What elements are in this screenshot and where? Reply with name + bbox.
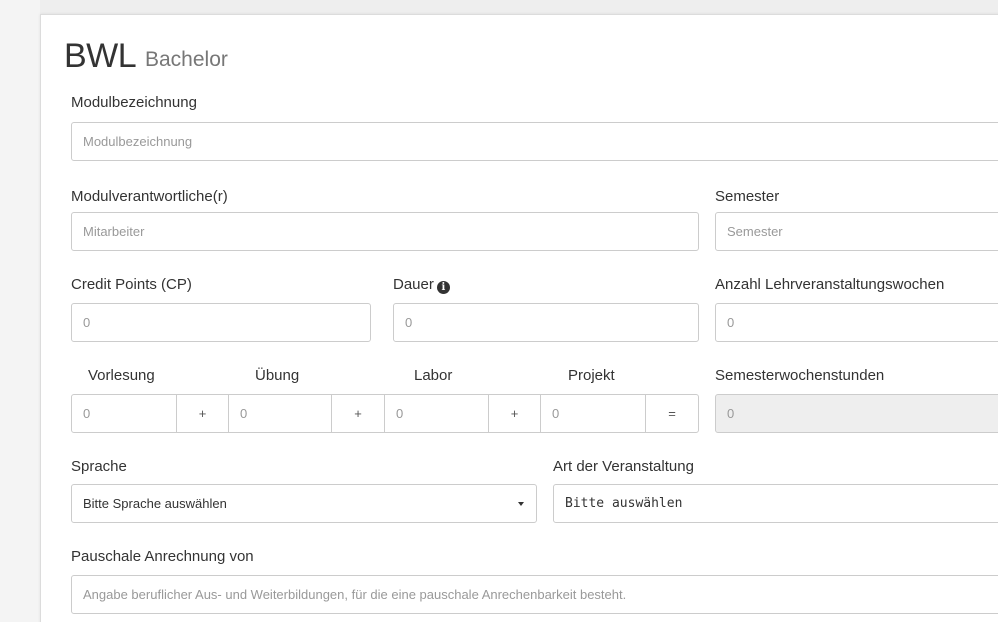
credit-points-input[interactable] [71,303,371,342]
plus-addon: + [488,394,541,433]
equals-addon: = [645,394,699,433]
art-der-veranstaltung-label: Art der Veranstaltung [553,458,694,475]
uebung-label: Übung [255,367,300,384]
vorlesung-input[interactable] [71,394,177,433]
vorlesung-label: Vorlesung [88,367,155,384]
semesterwochenstunden-input [715,394,998,433]
dauer-input[interactable] [393,303,699,342]
credit-points-label: Credit Points (CP) [71,276,192,293]
semester-label: Semester [715,188,780,205]
lehrveranstaltungswochen-input[interactable] [715,303,998,342]
dauer-label-text: Dauer [393,276,434,293]
semesterwochenstunden-label: Semesterwochenstunden [715,367,885,384]
module-form-panel: BWL Bachelor Modulbezeichnung Modulveran… [40,14,998,622]
caret-down-icon [518,502,524,506]
projekt-label: Projekt [568,367,615,384]
art-der-veranstaltung-select[interactable]: Bitte auswählen [553,484,998,523]
plus-addon: + [176,394,229,433]
dauer-label: Dauer i [393,276,450,294]
page-subtitle: Bachelor [145,48,228,71]
sprache-select[interactable]: Bitte Sprache auswählen [71,484,537,523]
sprache-label: Sprache [71,458,127,475]
lehrveranstaltungswochen-label: Anzahl Lehrveranstaltungswochen [715,276,945,293]
labor-label: Labor [414,367,453,384]
mitarbeiter-input[interactable] [71,212,699,251]
projekt-input[interactable] [540,394,646,433]
plus-addon: + [331,394,385,433]
modulverantwortliche-label: Modulverantwortliche(r) [71,188,228,205]
pauschale-anrechnung-input[interactable] [71,575,998,614]
labor-input[interactable] [384,394,489,433]
page-background [0,0,40,622]
semester-input[interactable] [715,212,998,251]
art-selected-value: Bitte auswählen [565,496,683,511]
info-icon[interactable]: i [436,281,450,294]
sprache-selected-value: Bitte Sprache auswählen [83,496,227,511]
modulbezeichnung-input[interactable] [71,122,998,161]
modulbezeichnung-label: Modulbezeichnung [71,94,197,111]
pauschale-anrechnung-label: Pauschale Anrechnung von [71,548,254,565]
page-title: BWL [64,37,137,75]
uebung-input[interactable] [228,394,332,433]
